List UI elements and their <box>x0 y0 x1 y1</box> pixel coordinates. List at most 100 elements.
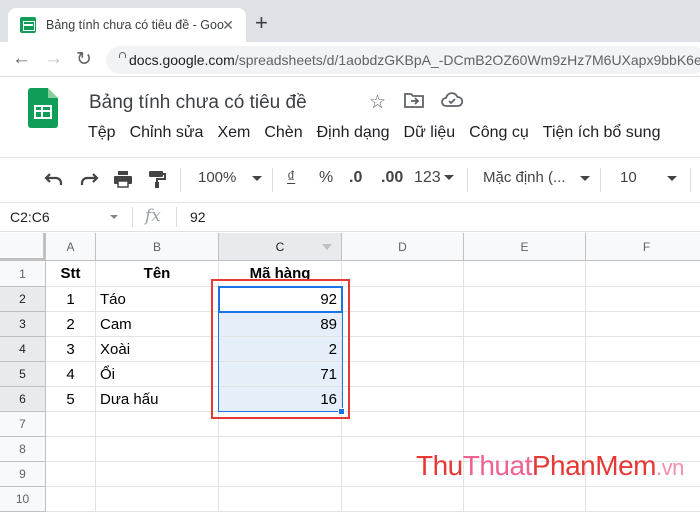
row-header-7[interactable]: 7 <box>0 412 46 437</box>
column-header-a[interactable]: A <box>46 233 96 261</box>
cell-e2[interactable] <box>464 287 586 312</box>
cell-b6[interactable]: Dưa hấu <box>96 387 219 412</box>
row-header-5[interactable]: 5 <box>0 362 46 387</box>
menu-data[interactable]: Dữ liệu <box>404 124 456 142</box>
forward-arrow-icon[interactable]: → <box>44 48 63 70</box>
fill-handle[interactable] <box>338 408 345 415</box>
cell-e3[interactable] <box>464 312 586 337</box>
cell-d4[interactable] <box>342 337 464 362</box>
menu-edit[interactable]: Chỉnh sửa <box>130 124 204 142</box>
percent-format-button[interactable]: % <box>319 169 333 187</box>
cell-d6[interactable] <box>342 387 464 412</box>
row-header-2[interactable]: 2 <box>0 287 46 312</box>
cell-b2[interactable]: Táo <box>96 287 219 312</box>
cell-b5[interactable]: Ổi <box>96 362 219 387</box>
cell-b3[interactable]: Cam <box>96 312 219 337</box>
cell-f1[interactable] <box>586 261 700 287</box>
undo-icon[interactable] <box>43 169 65 194</box>
zoom-select[interactable]: 100% <box>198 169 263 186</box>
cell-f4[interactable] <box>586 337 700 362</box>
cell-b9[interactable] <box>96 462 219 487</box>
document-title[interactable]: Bảng tính chưa có tiêu đề <box>89 92 307 114</box>
cell-c10[interactable] <box>219 487 342 512</box>
cell-a7[interactable] <box>46 412 96 437</box>
menu-tools[interactable]: Công cụ <box>469 124 529 142</box>
cell-b8[interactable] <box>96 437 219 462</box>
cell-e10[interactable] <box>464 487 586 512</box>
cell-f10[interactable] <box>586 487 700 512</box>
cell-c7[interactable] <box>219 412 342 437</box>
close-tab-icon[interactable]: ✕ <box>222 17 234 34</box>
cell-e1[interactable] <box>464 261 586 287</box>
cell-a3[interactable]: 2 <box>46 312 96 337</box>
menu-insert[interactable]: Chèn <box>264 124 302 142</box>
cell-f7[interactable] <box>586 412 700 437</box>
increase-decimal-button[interactable]: .00 <box>381 169 403 187</box>
cell-e7[interactable] <box>464 412 586 437</box>
cell-f6[interactable] <box>586 387 700 412</box>
cell-a6[interactable]: 5 <box>46 387 96 412</box>
cell-b1[interactable]: Tên <box>96 261 219 287</box>
cell-a1[interactable]: Stt <box>46 261 96 287</box>
cell-a10[interactable] <box>46 487 96 512</box>
select-all-corner[interactable] <box>0 233 46 261</box>
cell-f5[interactable] <box>586 362 700 387</box>
row-header-3[interactable]: 3 <box>0 312 46 337</box>
cell-d2[interactable] <box>342 287 464 312</box>
cell-d1[interactable] <box>342 261 464 287</box>
menu-view[interactable]: Xem <box>217 124 250 142</box>
cell-a9[interactable] <box>46 462 96 487</box>
font-select[interactable]: Mặc định (... <box>483 169 590 186</box>
decrease-decimal-button[interactable]: .0 <box>349 169 362 187</box>
row-header-1[interactable]: 1 <box>0 261 46 287</box>
column-header-f[interactable]: F <box>586 233 700 261</box>
row-header-4[interactable]: 4 <box>0 337 46 362</box>
move-folder-icon[interactable] <box>404 91 424 115</box>
cell-f2[interactable] <box>586 287 700 312</box>
column-header-e[interactable]: E <box>464 233 586 261</box>
paint-format-icon[interactable] <box>146 169 168 194</box>
back-arrow-icon[interactable]: ← <box>12 48 31 70</box>
cell-c3[interactable]: 89 <box>219 312 342 337</box>
cell-f3[interactable] <box>586 312 700 337</box>
cell-c8[interactable] <box>219 437 342 462</box>
cell-c2[interactable]: 92 <box>219 287 342 312</box>
cell-a8[interactable] <box>46 437 96 462</box>
cloud-saved-icon[interactable] <box>441 91 464 115</box>
currency-format-button[interactable]: ₫ <box>287 169 295 187</box>
column-header-b[interactable]: B <box>96 233 219 261</box>
star-icon[interactable]: ☆ <box>369 91 386 114</box>
row-header-6[interactable]: 6 <box>0 387 46 412</box>
cell-c6[interactable]: 16 <box>219 387 342 412</box>
browser-tab[interactable]: Bảng tính chưa có tiêu đề - Goog ✕ <box>8 8 246 42</box>
chevron-down-icon[interactable] <box>110 215 118 219</box>
more-formats-button[interactable]: 123 <box>414 169 454 187</box>
cell-c5[interactable]: 71 <box>219 362 342 387</box>
cell-d7[interactable] <box>342 412 464 437</box>
cell-b4[interactable]: Xoài <box>96 337 219 362</box>
cell-c9[interactable] <box>219 462 342 487</box>
cell-c1[interactable]: Mã hàng <box>219 261 342 287</box>
cell-d3[interactable] <box>342 312 464 337</box>
google-sheets-logo-icon[interactable] <box>28 88 58 128</box>
print-icon[interactable] <box>112 169 134 194</box>
row-header-9[interactable]: 9 <box>0 462 46 487</box>
cell-a2[interactable]: 1 <box>46 287 96 312</box>
cell-d10[interactable] <box>342 487 464 512</box>
cell-a5[interactable]: 4 <box>46 362 96 387</box>
cell-a4[interactable]: 3 <box>46 337 96 362</box>
menu-file[interactable]: Tệp <box>88 124 116 142</box>
cell-e5[interactable] <box>464 362 586 387</box>
cell-e4[interactable] <box>464 337 586 362</box>
reload-icon[interactable]: ↻ <box>76 48 92 71</box>
column-menu-icon[interactable] <box>322 244 332 254</box>
row-header-10[interactable]: 10 <box>0 487 46 512</box>
menu-addons[interactable]: Tiện ích bổ sung <box>543 124 661 142</box>
cell-c4[interactable]: 2 <box>219 337 342 362</box>
cell-b7[interactable] <box>96 412 219 437</box>
address-bar[interactable]: docs.google.com/spreadsheets/d/1aobdzGKB… <box>106 46 700 74</box>
name-box[interactable]: C2:C6 <box>10 209 50 225</box>
new-tab-button[interactable]: + <box>255 10 268 36</box>
row-header-8[interactable]: 8 <box>0 437 46 462</box>
formula-input[interactable]: 92 <box>190 209 206 225</box>
